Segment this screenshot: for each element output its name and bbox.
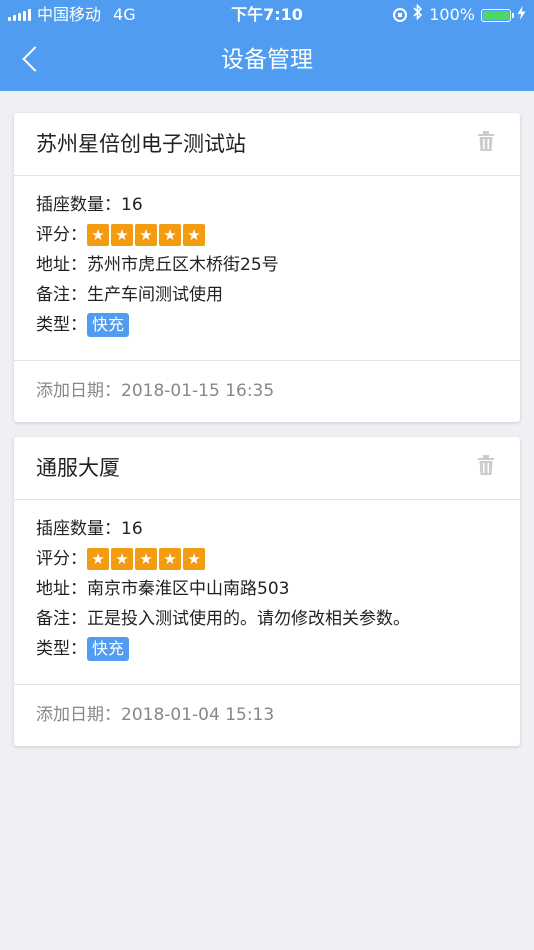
note-label: 备注：	[36, 609, 87, 629]
trash-icon[interactable]	[478, 455, 494, 475]
date-value: 2018-01-15 16:35	[121, 381, 275, 401]
note-value: 生产车间测试使用	[87, 285, 223, 305]
star-icon: ★	[111, 548, 133, 570]
star-icon: ★	[135, 224, 157, 246]
star-icon: ★	[159, 548, 181, 570]
sockets-label: 插座数量：	[36, 519, 121, 539]
status-bar: 中国移动 4G 下午7:10 100%	[0, 0, 534, 30]
date-label: 添加日期：	[36, 705, 121, 725]
device-name: 通服大厦	[36, 456, 120, 480]
card-header: 苏州星倍创电子测试站	[14, 113, 520, 176]
rating-stars: ★ ★ ★ ★ ★	[87, 224, 205, 246]
battery-icon	[481, 8, 514, 22]
trash-icon[interactable]	[478, 131, 494, 151]
device-card[interactable]: 苏州星倍创电子测试站 插座数量： 16 评分： ★ ★ ★ ★ ★ 地址： 苏州…	[14, 113, 520, 422]
note-row: 备注： 正是投入测试使用的。请勿修改相关参数。	[36, 604, 498, 634]
type-label: 类型：	[36, 315, 87, 335]
card-header: 通服大厦	[14, 437, 520, 500]
charging-icon	[517, 0, 526, 30]
address-row: 地址： 南京市秦淮区中山南路503	[36, 574, 498, 604]
header: 中国移动 4G 下午7:10 100% 设备管理	[0, 0, 534, 91]
rotation-lock-icon	[393, 8, 408, 22]
star-icon: ★	[159, 224, 181, 246]
address-value: 苏州市虎丘区木桥街25号	[87, 255, 279, 275]
note-label: 备注：	[36, 285, 87, 305]
sockets-row: 插座数量： 16	[36, 514, 498, 544]
star-icon: ★	[111, 224, 133, 246]
type-badge: 快充	[87, 313, 130, 337]
bluetooth-icon	[413, 0, 423, 30]
sockets-row: 插座数量： 16	[36, 190, 498, 220]
device-list: 苏州星倍创电子测试站 插座数量： 16 评分： ★ ★ ★ ★ ★ 地址： 苏州…	[0, 91, 534, 746]
nav-bar: 设备管理	[0, 30, 534, 91]
card-footer: 添加日期：2018-01-04 15:13	[14, 685, 520, 746]
star-icon: ★	[183, 224, 205, 246]
rating-stars: ★ ★ ★ ★ ★	[87, 548, 205, 570]
address-label: 地址：	[36, 255, 87, 275]
note-row: 备注： 生产车间测试使用	[36, 280, 498, 310]
date-label: 添加日期：	[36, 381, 121, 401]
card-body: 插座数量： 16 评分： ★ ★ ★ ★ ★ 地址： 南京市秦淮区中山南路503…	[14, 500, 520, 685]
device-name: 苏州星倍创电子测试站	[36, 132, 246, 156]
star-icon: ★	[87, 548, 109, 570]
date-value: 2018-01-04 15:13	[121, 705, 275, 725]
rating-row: 评分： ★ ★ ★ ★ ★	[36, 544, 498, 574]
address-label: 地址：	[36, 579, 87, 599]
device-card[interactable]: 通服大厦 插座数量： 16 评分： ★ ★ ★ ★ ★ 地址： 南京市秦淮区中山…	[14, 437, 520, 746]
page-title: 设备管理	[221, 47, 313, 73]
address-value: 南京市秦淮区中山南路503	[87, 579, 290, 599]
rating-label: 评分：	[36, 225, 87, 245]
note-value: 正是投入测试使用的。请勿修改相关参数。	[87, 609, 410, 629]
status-right: 100%	[393, 0, 526, 30]
type-label: 类型：	[36, 639, 87, 659]
type-badge: 快充	[87, 637, 130, 661]
card-body: 插座数量： 16 评分： ★ ★ ★ ★ ★ 地址： 苏州市虎丘区木桥街25号 …	[14, 176, 520, 361]
star-icon: ★	[87, 224, 109, 246]
card-footer: 添加日期：2018-01-15 16:35	[14, 361, 520, 422]
sockets-value: 16	[121, 519, 143, 539]
sockets-value: 16	[121, 195, 143, 215]
type-row: 类型： 快充	[36, 310, 498, 340]
sockets-label: 插座数量：	[36, 195, 121, 215]
star-icon: ★	[135, 548, 157, 570]
star-icon: ★	[183, 548, 205, 570]
battery-percent: 100%	[429, 5, 475, 24]
type-row: 类型： 快充	[36, 634, 498, 664]
rating-row: 评分： ★ ★ ★ ★ ★	[36, 220, 498, 250]
rating-label: 评分：	[36, 549, 87, 569]
address-row: 地址： 苏州市虎丘区木桥街25号	[36, 250, 498, 280]
